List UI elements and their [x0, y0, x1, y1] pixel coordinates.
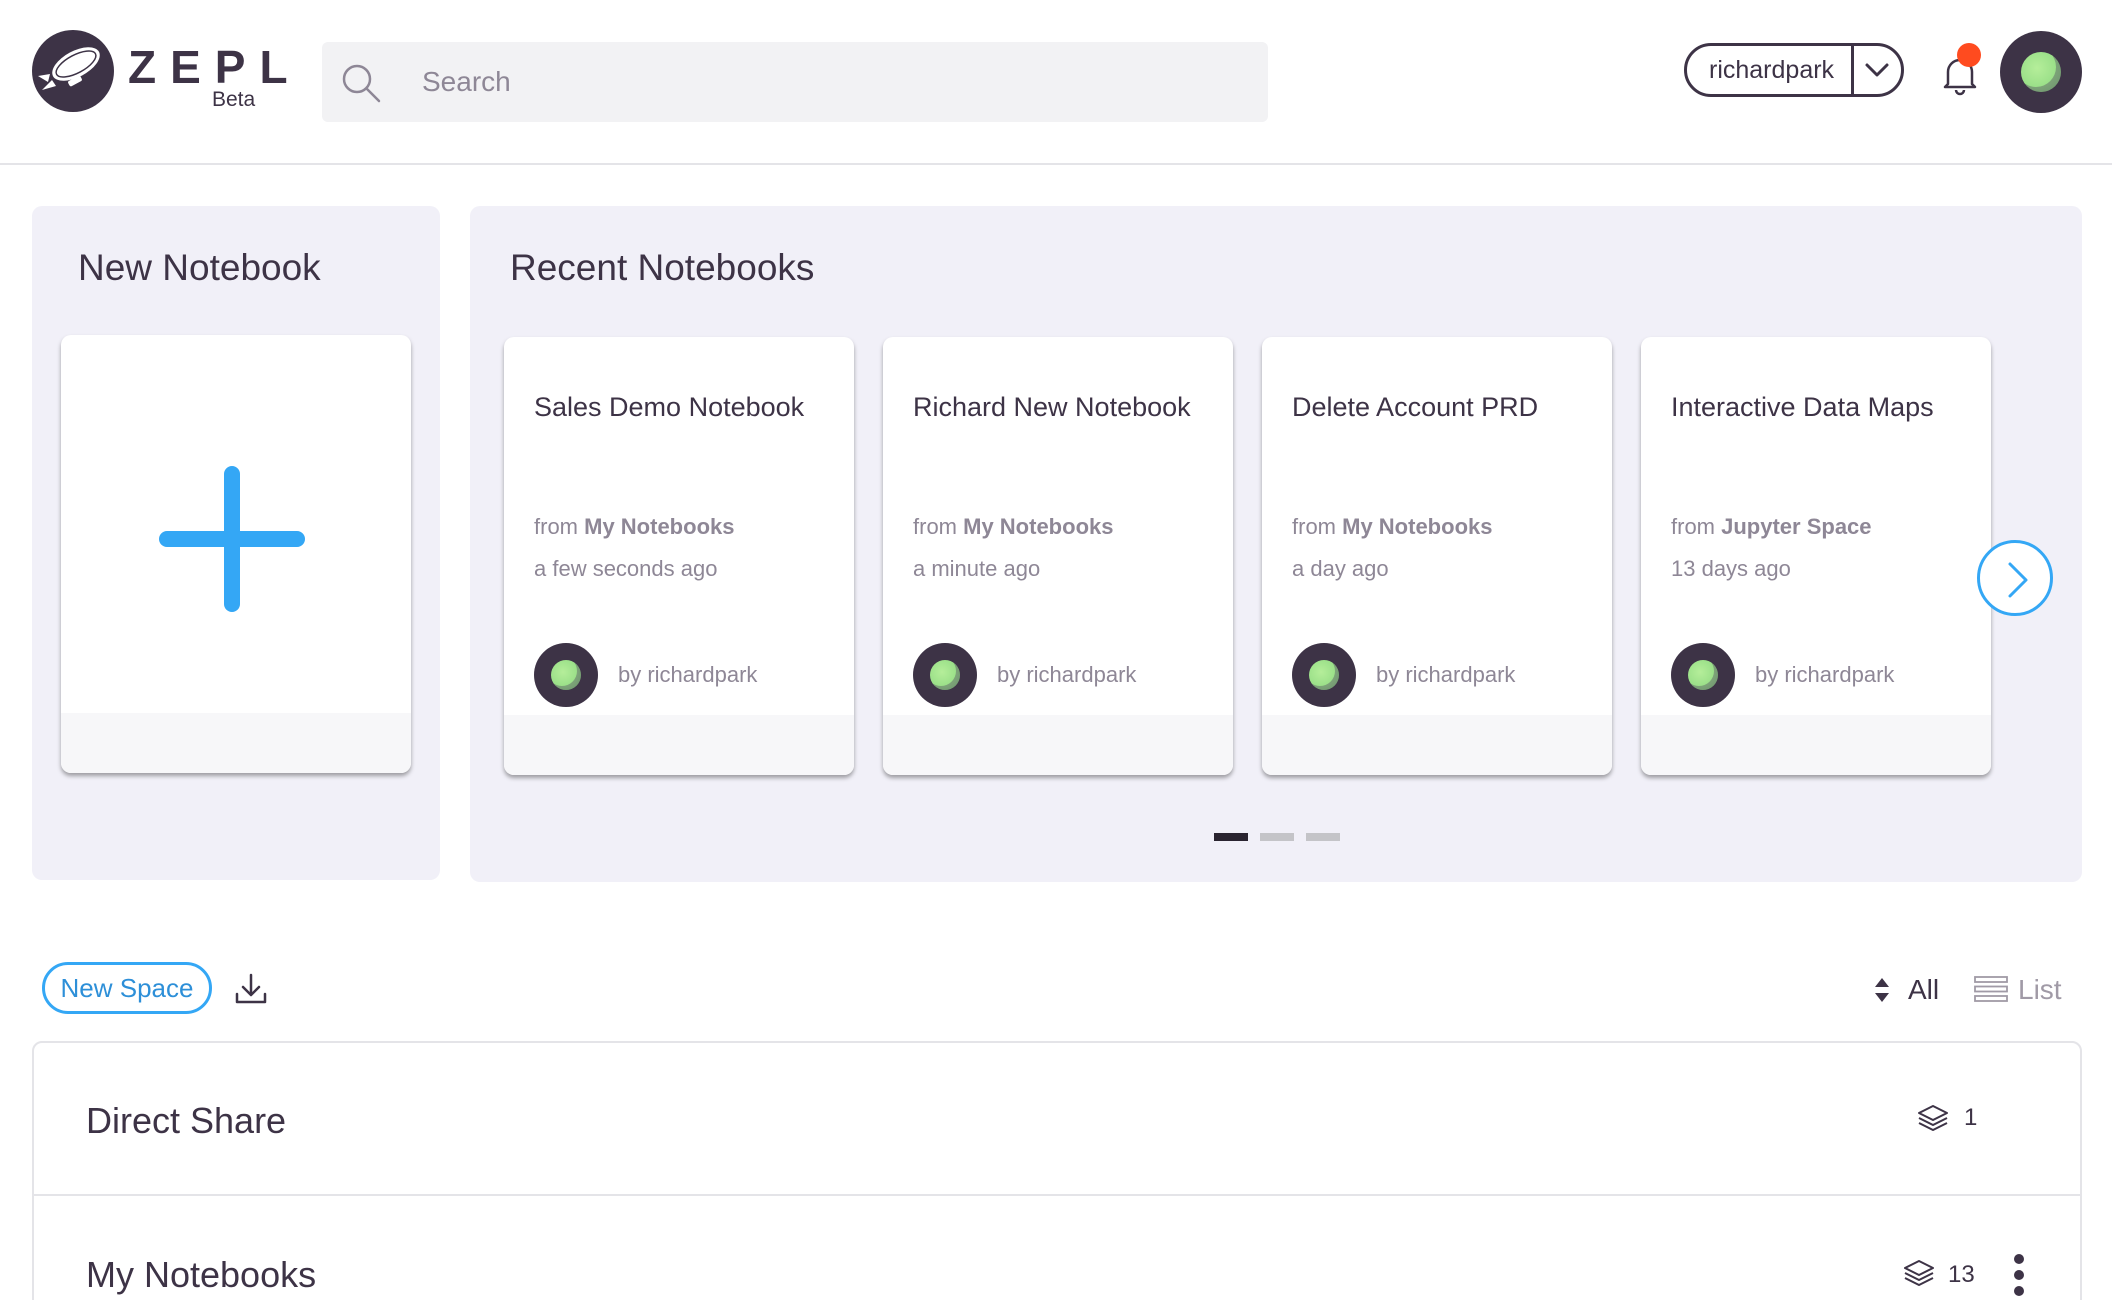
sort-icon[interactable]: [1870, 976, 1894, 1004]
notebook-title: Richard New Notebook: [913, 392, 1191, 422]
create-notebook-card[interactable]: [61, 335, 411, 773]
notebook-timestamp: a day ago: [1292, 556, 1389, 581]
avatar-globe-icon: [1688, 660, 1718, 690]
download-icon[interactable]: [234, 972, 268, 1006]
carousel-page-3[interactable]: [1306, 833, 1340, 841]
notebook-source: from My Notebooks: [1292, 513, 1492, 541]
carousel-next-button[interactable]: [1977, 540, 2053, 616]
source-space-link[interactable]: My Notebooks: [584, 514, 734, 539]
zepl-logo[interactable]: ZEPL Beta: [32, 30, 288, 114]
author-avatar: [534, 643, 598, 707]
notebook-source: from Jupyter Space: [1671, 513, 1872, 541]
author-avatar: [913, 643, 977, 707]
user-switcher-label: richardpark: [1709, 56, 1835, 84]
avatar-globe-icon: [551, 660, 581, 690]
space-row[interactable]: My Notebooks 13: [34, 1196, 2080, 1300]
notebook-title: Delete Account PRD: [1292, 392, 1539, 422]
new-notebook-heading: New Notebook: [78, 247, 321, 288]
notebook-card[interactable]: Richard New Notebook from My Notebooks a…: [883, 337, 1233, 775]
more-options-icon[interactable]: [2012, 1254, 2026, 1298]
list-view-icon[interactable]: [1974, 976, 2008, 1002]
notebook-title: Interactive Data Maps: [1671, 392, 1934, 422]
author-avatar: [1671, 643, 1735, 707]
notebook-card[interactable]: Delete Account PRD from My Notebooks a d…: [1262, 337, 1612, 775]
recent-notebooks-panel: Recent Notebooks Sales Demo Notebook fro…: [470, 206, 2082, 882]
notebook-timestamp: 13 days ago: [1671, 556, 1791, 581]
user-avatar[interactable]: [2000, 31, 2082, 113]
card-footer: [1262, 715, 1612, 775]
source-space-link[interactable]: My Notebooks: [963, 514, 1113, 539]
notebook-card[interactable]: Interactive Data Maps from Jupyter Space…: [1641, 337, 1991, 775]
card-footer: [883, 715, 1233, 775]
notebook-author: by richardpark: [997, 662, 1137, 687]
avatar-globe-icon: [2021, 52, 2061, 92]
author-avatar: [1292, 643, 1356, 707]
space-name[interactable]: Direct Share: [86, 1099, 286, 1143]
avatar-globe-icon: [1309, 660, 1339, 690]
plus-icon-bar: [159, 531, 305, 547]
space-name[interactable]: My Notebooks: [86, 1253, 316, 1297]
notebook-card[interactable]: Sales Demo Notebook from My Notebooks a …: [504, 337, 854, 775]
list-view-label[interactable]: List: [2018, 972, 2062, 1008]
from-prefix: from: [1292, 514, 1336, 539]
layers-icon: [1904, 1260, 1934, 1286]
card-footer: [1641, 715, 1991, 775]
logo-wordmark: ZEPL: [128, 41, 302, 93]
notebook-timestamp: a few seconds ago: [534, 556, 718, 581]
card-footer: [504, 715, 854, 775]
search-icon: [342, 64, 381, 103]
search-input[interactable]: [422, 42, 1242, 122]
zeppelin-logo-icon: [32, 30, 114, 112]
from-prefix: from: [913, 514, 957, 539]
chevron-right-icon: [2008, 562, 2028, 598]
from-prefix: from: [1671, 514, 1715, 539]
from-prefix: from: [534, 514, 578, 539]
new-notebook-panel: New Notebook: [32, 206, 440, 880]
layers-icon: [1918, 1105, 1948, 1131]
notification-badge: [1957, 43, 1981, 67]
notebook-title: Sales Demo Notebook: [534, 392, 805, 422]
sort-filter-label[interactable]: All: [1908, 972, 1939, 1008]
notebook-timestamp: a minute ago: [913, 556, 1041, 581]
notebook-source: from My Notebooks: [534, 513, 734, 541]
notebook-author: by richardpark: [618, 662, 758, 687]
notebook-count: 1: [1964, 1104, 1978, 1131]
carousel-page-2[interactable]: [1260, 833, 1294, 841]
source-space-link[interactable]: My Notebooks: [1342, 514, 1492, 539]
recent-notebooks-heading: Recent Notebooks: [510, 247, 815, 288]
card-footer: [61, 713, 411, 773]
beta-badge: Beta: [212, 88, 256, 111]
notebook-count: 13: [1948, 1261, 1975, 1288]
top-bar: ZEPL Beta richardpark: [0, 0, 2112, 165]
search-bar[interactable]: [322, 42, 1268, 122]
chevron-down-icon[interactable]: [1861, 54, 1893, 86]
space-row[interactable]: Direct Share 1: [34, 1043, 2080, 1196]
spaces-list: Direct Share 1 My Notebooks 13: [32, 1041, 2082, 1300]
carousel-page-1[interactable]: [1214, 833, 1248, 841]
notebook-author: by richardpark: [1755, 662, 1895, 687]
avatar-globe-icon: [930, 660, 960, 690]
source-space-link[interactable]: Jupyter Space: [1721, 514, 1871, 539]
new-space-button[interactable]: New Space: [42, 962, 212, 1014]
notebook-source: from My Notebooks: [913, 513, 1113, 541]
notebook-author: by richardpark: [1376, 662, 1516, 687]
user-switcher-divider: [1851, 46, 1854, 94]
user-switcher[interactable]: richardpark: [1684, 43, 1904, 97]
